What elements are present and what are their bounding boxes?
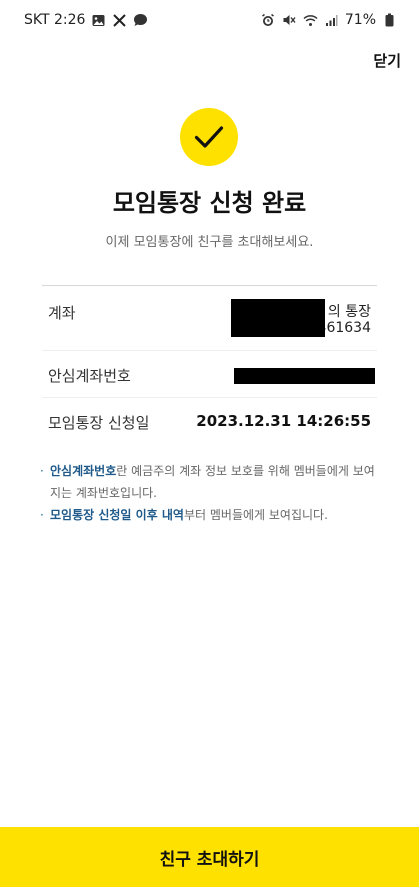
notice-item: · 안심계좌번호란 예금주의 계좌 정보 보호를 위해 멤버들에게 보여지는 계… [40,460,382,504]
chat-icon [133,13,148,28]
battery-level: 71% [344,12,376,28]
bullet-icon: · [40,508,44,522]
battery-icon [382,13,397,28]
info-table: 계좌 의 통장 461634 안심계좌번호 모임통장 신청일 2023.12.3… [42,285,377,445]
page-subtitle: 이제 모임통장에 친구를 초대해보세요. [105,235,314,250]
account-number-suffix: 461634 [317,320,371,336]
carrier-time: SKT 2:26 [24,12,86,28]
status-bar: SKT 2:26 71% [0,0,419,40]
bullet-icon: · [40,464,44,478]
notice-highlight: 안심계좌번호 [50,464,117,478]
image-icon [91,13,106,28]
page-title: 모임통장 신청 완료 [112,189,307,217]
account-label: 계좌 [48,304,76,322]
notice-list: · 안심계좌번호란 예금주의 계좌 정보 보호를 위해 멤버들에게 보여지는 계… [40,460,382,526]
safe-account-row: 안심계좌번호 [42,351,377,398]
safe-account-label: 안심계좌번호 [48,367,131,385]
wifi-icon [303,13,318,28]
close-button[interactable]: 닫기 [373,50,401,71]
apply-date-label: 모임통장 신청일 [48,414,150,432]
mute-icon [282,13,297,28]
notice-text: 부터 멤버들에게 보여집니다. [183,508,328,522]
alarm-icon [261,13,276,28]
status-left: SKT 2:26 [24,12,148,28]
account-name-suffix: 의 통장 [327,304,371,320]
signal-icon [324,13,339,28]
check-icon [194,126,224,148]
account-row: 계좌 의 통장 461634 [42,286,377,351]
status-right: 71% [261,12,397,28]
redacted-safe-account [234,368,375,384]
success-badge [180,108,238,166]
apply-date-row: 모임통장 신청일 2023.12.31 14:26:55 [42,398,377,445]
apply-date-value: 2023.12.31 14:26:55 [196,412,371,430]
redacted-account [231,299,325,337]
invite-friends-button[interactable]: 친구 초대하기 [0,827,419,887]
notice-item: · 모임통장 신청일 이후 내역부터 멤버들에게 보여집니다. [40,504,382,526]
x-logo-icon [112,13,127,28]
notice-highlight: 모임통장 신청일 이후 내역 [50,508,184,522]
